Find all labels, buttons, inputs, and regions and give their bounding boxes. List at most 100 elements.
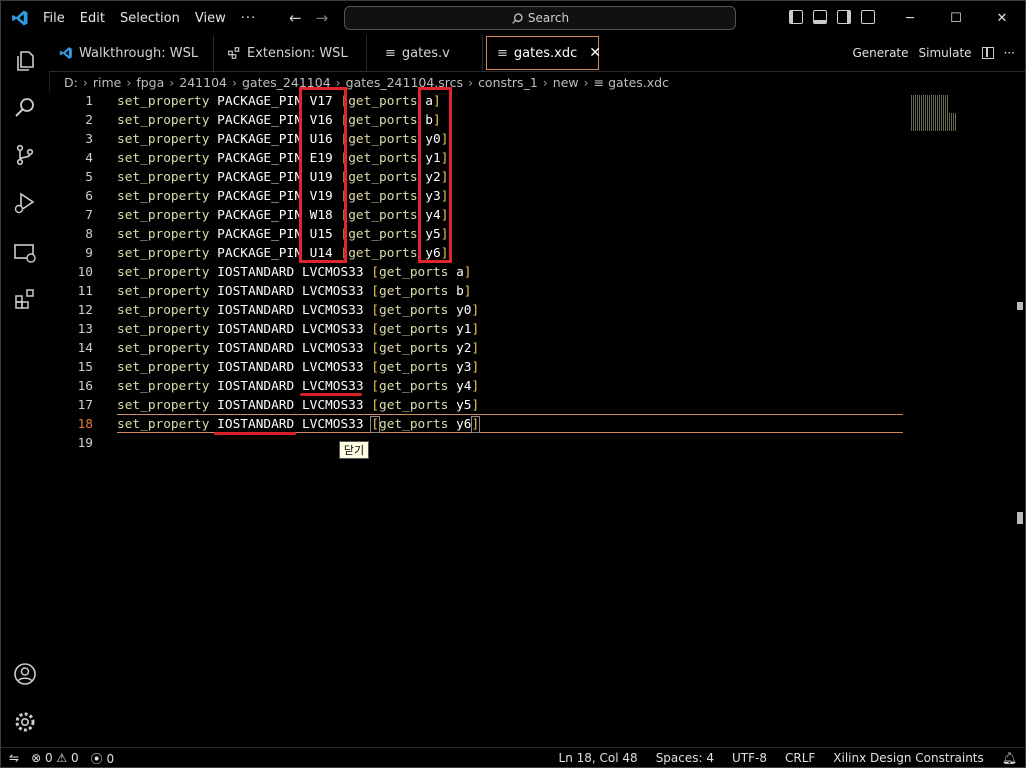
code-command: set_property — [117, 417, 210, 432]
menu-edit[interactable]: Edit — [80, 11, 105, 26]
menu-file[interactable]: File — [43, 11, 65, 26]
line-number: 5 — [85, 170, 93, 185]
run-debug-icon[interactable] — [13, 191, 37, 215]
code-function: get_ports — [348, 170, 418, 185]
more-actions-icon[interactable]: ··· — [1004, 46, 1015, 60]
code-line[interactable]: set_property PACKAGE_PIN V17 [get_ports … — [117, 92, 441, 111]
code-line[interactable]: set_property PACKAGE_PIN U15 [get_ports … — [117, 225, 448, 244]
line-number: 4 — [85, 151, 93, 166]
ports-indicator[interactable]: ⦿ 0 — [91, 750, 114, 767]
status-bar: ⇋ ⊗ 0 ⚠ 0 ⦿ 0 Ln 18, Col 48 Spaces: 4 UT… — [1, 747, 1025, 767]
code-bracket-open: [ — [370, 416, 380, 433]
code-command: set_property — [117, 398, 210, 413]
code-value: LVCMOS33 — [301, 379, 364, 394]
cursor-position[interactable]: Ln 18, Col 48 — [559, 751, 638, 765]
code-command: set_property — [117, 208, 210, 223]
code-function: get_ports — [348, 189, 418, 204]
code-bracket-close: ] — [471, 322, 480, 337]
scrollbar-marker — [1017, 302, 1023, 310]
file-lines-icon: ≡ — [497, 45, 508, 61]
tab-extension-wsl[interactable]: Extension: WSL — [217, 35, 367, 71]
menu-view[interactable]: View — [195, 11, 226, 26]
end-of-line[interactable]: CRLF — [785, 751, 815, 765]
code-line[interactable]: set_property PACKAGE_PIN E19 [get_ports … — [117, 149, 448, 168]
close-icon[interactable]: ✕ — [589, 45, 601, 61]
code-property: IOSTANDARD — [217, 398, 295, 413]
toggle-secondary-sidebar-icon[interactable] — [837, 10, 851, 24]
search-icon — [512, 12, 523, 24]
command-center-search[interactable]: Search — [344, 6, 736, 30]
maximize-icon[interactable]: ☐ — [933, 1, 979, 35]
breadcrumb-item[interactable]: constrs_1 — [478, 75, 538, 90]
breadcrumb-item[interactable]: 241104 — [179, 75, 227, 90]
code-line[interactable]: set_property IOSTANDARD LVCMOS33 [get_po… — [117, 263, 472, 282]
forward-arrow-icon[interactable]: → — [316, 9, 329, 27]
code-command: set_property — [117, 227, 210, 242]
code-line[interactable]: set_property PACKAGE_PIN V19 [get_ports … — [117, 187, 448, 206]
code-line[interactable]: set_property PACKAGE_PIN W18 [get_ports … — [117, 206, 448, 225]
code-command: set_property — [117, 132, 210, 147]
accounts-icon[interactable] — [13, 662, 37, 686]
minimap[interactable] — [911, 95, 959, 131]
code-line[interactable]: set_property IOSTANDARD LVCMOS33 [get_po… — [117, 358, 479, 377]
search-activity-icon[interactable] — [13, 95, 37, 119]
warning-icon: ⚠ — [56, 751, 68, 765]
back-arrow-icon[interactable]: ← — [289, 9, 302, 27]
code-bracket-open: [ — [371, 265, 380, 280]
breadcrumb-item[interactable]: fpga — [136, 75, 164, 90]
code-line[interactable]: set_property IOSTANDARD LVCMOS33 [get_po… — [117, 320, 479, 339]
layout-controls — [789, 10, 875, 24]
breadcrumb-item[interactable]: gates.xdc — [608, 75, 669, 90]
tab-gates-xdc[interactable]: ≡ gates.xdc ✕ — [486, 36, 601, 70]
indentation[interactable]: Spaces: 4 — [656, 751, 714, 765]
problems-indicator[interactable]: ⊗ 0 ⚠ 0 — [31, 751, 79, 765]
code-line[interactable]: set_property IOSTANDARD LVCMOS33 [get_po… — [117, 339, 479, 358]
line-number: 16 — [77, 379, 93, 394]
code-line[interactable]: set_property IOSTANDARD LVCMOS33 [get_po… — [117, 415, 481, 434]
code-property: IOSTANDARD — [217, 322, 295, 337]
code-line[interactable]: set_property IOSTANDARD LVCMOS33 [get_po… — [117, 301, 479, 320]
tab-gates-v[interactable]: ≡ gates.v — [369, 35, 483, 71]
code-bracket-close: ] — [471, 398, 480, 413]
code-command: set_property — [117, 151, 210, 166]
code-line[interactable]: set_property IOSTANDARD LVCMOS33 [get_po… — [117, 282, 472, 301]
notifications-bell-icon[interactable]: 🔔︎ — [1002, 751, 1017, 765]
code-editor[interactable]: 1 2 3 4 5 6 7 8 9 10 11 12 13 14 15 16 17 18 19 set_proper… — [49, 87, 1025, 747]
simulate-button[interactable]: Simulate — [919, 46, 972, 60]
extensions-icon[interactable] — [13, 287, 37, 311]
remote-explorer-icon[interactable] — [13, 241, 37, 265]
minimize-icon[interactable]: ─ — [887, 1, 933, 35]
menu-bar: File Edit Selection View ··· — [43, 1, 271, 35]
source-control-icon[interactable] — [13, 143, 37, 167]
settings-gear-icon[interactable] — [13, 710, 37, 734]
breadcrumb-item[interactable]: rime — [93, 75, 121, 90]
toggle-primary-sidebar-icon[interactable] — [789, 10, 803, 24]
code-line[interactable]: set_property PACKAGE_PIN U16 [get_ports … — [117, 130, 448, 149]
breadcrumb-item[interactable]: new — [553, 75, 579, 90]
explorer-icon[interactable] — [13, 49, 37, 73]
remote-indicator-icon[interactable]: ⇋ — [9, 751, 19, 765]
code-line[interactable]: set_property PACKAGE_PIN V16 [get_ports … — [117, 111, 441, 130]
menu-more[interactable]: ··· — [241, 11, 256, 26]
editor-actions: Generate Simulate ··· — [852, 35, 1025, 71]
encoding[interactable]: UTF-8 — [732, 751, 767, 765]
breadcrumb-item[interactable]: D: — [64, 75, 78, 90]
customize-layout-icon[interactable] — [861, 10, 875, 24]
tab-walkthrough-wsl[interactable]: Walkthrough: WSL — [49, 35, 214, 71]
language-mode[interactable]: Xilinx Design Constraints — [833, 751, 983, 765]
code-line[interactable]: set_property PACKAGE_PIN U14 [get_ports … — [117, 244, 448, 263]
code-property: IOSTANDARD — [217, 360, 295, 375]
code-line[interactable]: set_property IOSTANDARD LVCMOS33 [get_po… — [117, 377, 479, 396]
generate-button[interactable]: Generate — [852, 46, 908, 60]
split-editor-icon[interactable] — [981, 47, 994, 59]
toggle-panel-icon[interactable] — [813, 10, 827, 24]
code-line[interactable]: set_property PACKAGE_PIN U19 [get_ports … — [117, 168, 448, 187]
menu-selection[interactable]: Selection — [120, 11, 180, 26]
code-port: y3 — [456, 360, 472, 375]
line-number: 1 — [85, 94, 93, 109]
code-bracket-close: ] — [471, 379, 480, 394]
close-window-icon[interactable]: ✕ — [979, 1, 1025, 35]
code-line[interactable]: set_property IOSTANDARD LVCMOS33 [get_po… — [117, 396, 479, 415]
line-number: 12 — [77, 303, 93, 318]
code-port: y1 — [456, 322, 472, 337]
